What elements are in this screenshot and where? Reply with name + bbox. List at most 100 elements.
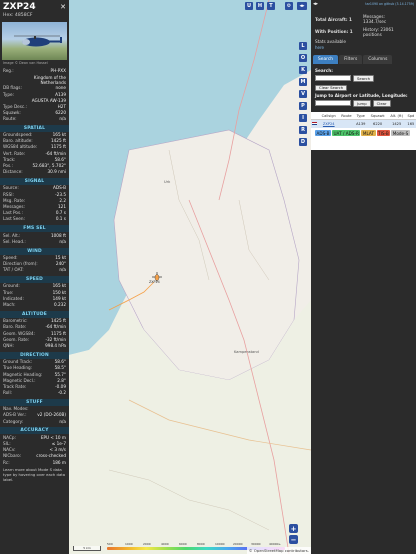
tab-columns[interactable]: Columns: [363, 55, 393, 64]
column-header[interactable]: Spd: [405, 112, 416, 120]
source-badge-tis-b[interactable]: TIS-B: [376, 130, 391, 137]
info-key: Groundspeed:: [3, 132, 33, 138]
info-value: 165 kt: [52, 132, 66, 138]
source-legend: ADS-B UAT / ADS-R MLAT TIS-B Mode-S: [315, 130, 415, 137]
search-button[interactable]: Search: [353, 75, 375, 82]
netherlands-flag-icon: [312, 121, 318, 125]
map-side-button-r[interactable]: R: [299, 126, 307, 134]
jump-label: Jump to Airport or Latitude, Longitude:: [315, 93, 408, 98]
gear-icon[interactable]: ⚙: [285, 2, 293, 10]
column-header[interactable]: Callsign: [318, 112, 339, 120]
section-header-speed[interactable]: SPEED: [0, 276, 69, 284]
source-badge-mode-s[interactable]: Mode-S: [391, 130, 410, 137]
zoom-in-button[interactable]: +: [289, 524, 298, 533]
aircraft-photo[interactable]: [2, 22, 67, 60]
map-side-button-v[interactable]: V: [299, 90, 307, 98]
aircraft-marker[interactable]: [151, 268, 163, 282]
stats-here-link[interactable]: here: [315, 45, 324, 50]
info-row: Last Seen: 0.1 s: [0, 216, 69, 222]
source-badge-mlat[interactable]: MLAT: [361, 130, 376, 137]
info-key: DB flags:: [3, 85, 22, 91]
info-key: Geom. Rate:: [3, 336, 30, 342]
map-side-button-o[interactable]: O: [299, 54, 307, 62]
column-header[interactable]: Squawk: [367, 112, 388, 120]
info-value: 149 kt: [52, 295, 66, 301]
collapse-sidebar-icon[interactable]: ◂▸: [313, 1, 318, 7]
section-header-spatial[interactable]: SPATIAL: [0, 124, 69, 132]
clear-search-button[interactable]: Clear Search: [315, 84, 348, 91]
altitude-tick-label: 4000: [161, 542, 169, 546]
info-value: 150 kt: [52, 289, 66, 295]
map-side-button-k[interactable]: K: [299, 66, 307, 74]
sidebar: ◂▸ tar1090 on github (3.14.1759) Total A…: [311, 0, 416, 554]
section-header-accuracy[interactable]: ACCURACY: [0, 427, 69, 435]
source-badge-ads-b[interactable]: ADS-B: [315, 130, 331, 137]
map-side-button-m[interactable]: M: [299, 78, 307, 86]
stats-available: Stats available: [315, 39, 346, 44]
info-footnote: Learn more about Mode S data type by hov…: [3, 467, 66, 483]
aircraft-info-panel: ZXP24 Hex: 4858CF ✕ Image © Dean van Has…: [0, 0, 69, 554]
section-header-wind[interactable]: WIND: [0, 247, 69, 255]
info-sections: SPATIAL Groundspeed: 165 kt Baro. altitude:…: [0, 124, 69, 466]
table-cell: 6220: [367, 119, 388, 128]
info-row: QNH: 998.4 hPa: [0, 343, 69, 349]
info-value: 58.6°: [54, 359, 66, 365]
selected-hex: Hex: 4858CF: [3, 13, 33, 18]
info-value: ≤ 1e-7: [51, 441, 66, 447]
info-value: -32 ft/min: [45, 336, 66, 342]
altitude-tick-label: 6000: [179, 542, 187, 546]
with-position: With Position: 1: [315, 29, 353, 34]
column-header[interactable]: [311, 112, 319, 120]
map-toggle-t[interactable]: T: [267, 2, 275, 10]
map-side-button-p[interactable]: P: [299, 102, 307, 110]
info-key: Geom. WGS84:: [3, 330, 35, 336]
info-key: Baro. Rate:: [3, 324, 27, 330]
map-toggle-h[interactable]: H: [256, 2, 264, 10]
table-row[interactable]: ZXP24 A139 6220 1425 165: [311, 119, 416, 128]
section-header-fms-sel[interactable]: FMS SEL: [0, 225, 69, 233]
map-view[interactable]: Kampenstand Urk ZXP24 UHT ⚙ ◂▸ LOKMVPIRD…: [69, 0, 311, 554]
search-input[interactable]: [315, 75, 351, 82]
info-row: Sel. Head.: n/a: [0, 238, 69, 244]
map-side-button-l[interactable]: L: [299, 42, 307, 50]
close-icon[interactable]: ✕: [60, 3, 66, 11]
info-value: 30.9 nmi: [47, 169, 66, 175]
column-header[interactable]: Type: [353, 112, 368, 120]
zoom-out-button[interactable]: −: [289, 535, 298, 544]
history-count: History: 23061 positions: [363, 27, 394, 37]
section-header-stuff[interactable]: STUFF: [0, 398, 69, 406]
info-key: True Heading:: [3, 365, 33, 371]
search-label: Search:: [315, 68, 333, 73]
section-header-direction[interactable]: DIRECTION: [0, 351, 69, 359]
jump-input[interactable]: [315, 100, 351, 107]
map-side-button-d[interactable]: D: [299, 138, 307, 146]
info-row: TAT / OAT: n/a: [0, 267, 69, 273]
map-attribution[interactable]: © OpenStreetMap contributors.: [246, 547, 311, 554]
tab-filters[interactable]: Filters: [339, 55, 363, 64]
info-value: 998.4 hPa: [45, 342, 66, 348]
photo-credit: Image © Dean van Hassel: [3, 61, 48, 65]
toggle-sidebar-icon[interactable]: ◂▸: [297, 2, 307, 10]
info-value: n/a: [59, 115, 66, 121]
info-value: -64 ft/min: [45, 324, 66, 330]
tab-search[interactable]: Search: [313, 55, 339, 64]
column-header[interactable]: Alt. (ft): [387, 112, 406, 120]
source-badge-uat-ads-r[interactable]: UAT / ADS-R: [331, 130, 361, 137]
info-value: EPU < 10 m: [40, 434, 66, 440]
map-toggle-u[interactable]: U: [245, 2, 253, 10]
section-header-signal[interactable]: SIGNAL: [0, 178, 69, 185]
clear-jump-button[interactable]: Clear: [372, 100, 391, 107]
info-key: Route:: [3, 115, 17, 121]
info-key: Mach:: [3, 302, 16, 308]
version-link[interactable]: tar1090 on github (3.14.1759): [365, 2, 414, 6]
map-side-button-i[interactable]: I: [299, 114, 307, 122]
column-header[interactable]: Route: [338, 112, 354, 120]
section-header-altitude[interactable]: ALTITUDE: [0, 310, 69, 318]
info-header: ZXP24 Hex: 4858CF ✕: [0, 0, 69, 22]
map-canvas[interactable]: [69, 0, 311, 554]
jump-button[interactable]: Jump: [353, 100, 371, 107]
messages-rate: 1334.7/sec: [363, 19, 387, 24]
aircraft-label: ZXP24: [149, 280, 160, 284]
altitude-tick-label: 500: [107, 542, 113, 546]
info-value: < 3 m/s: [49, 447, 66, 453]
